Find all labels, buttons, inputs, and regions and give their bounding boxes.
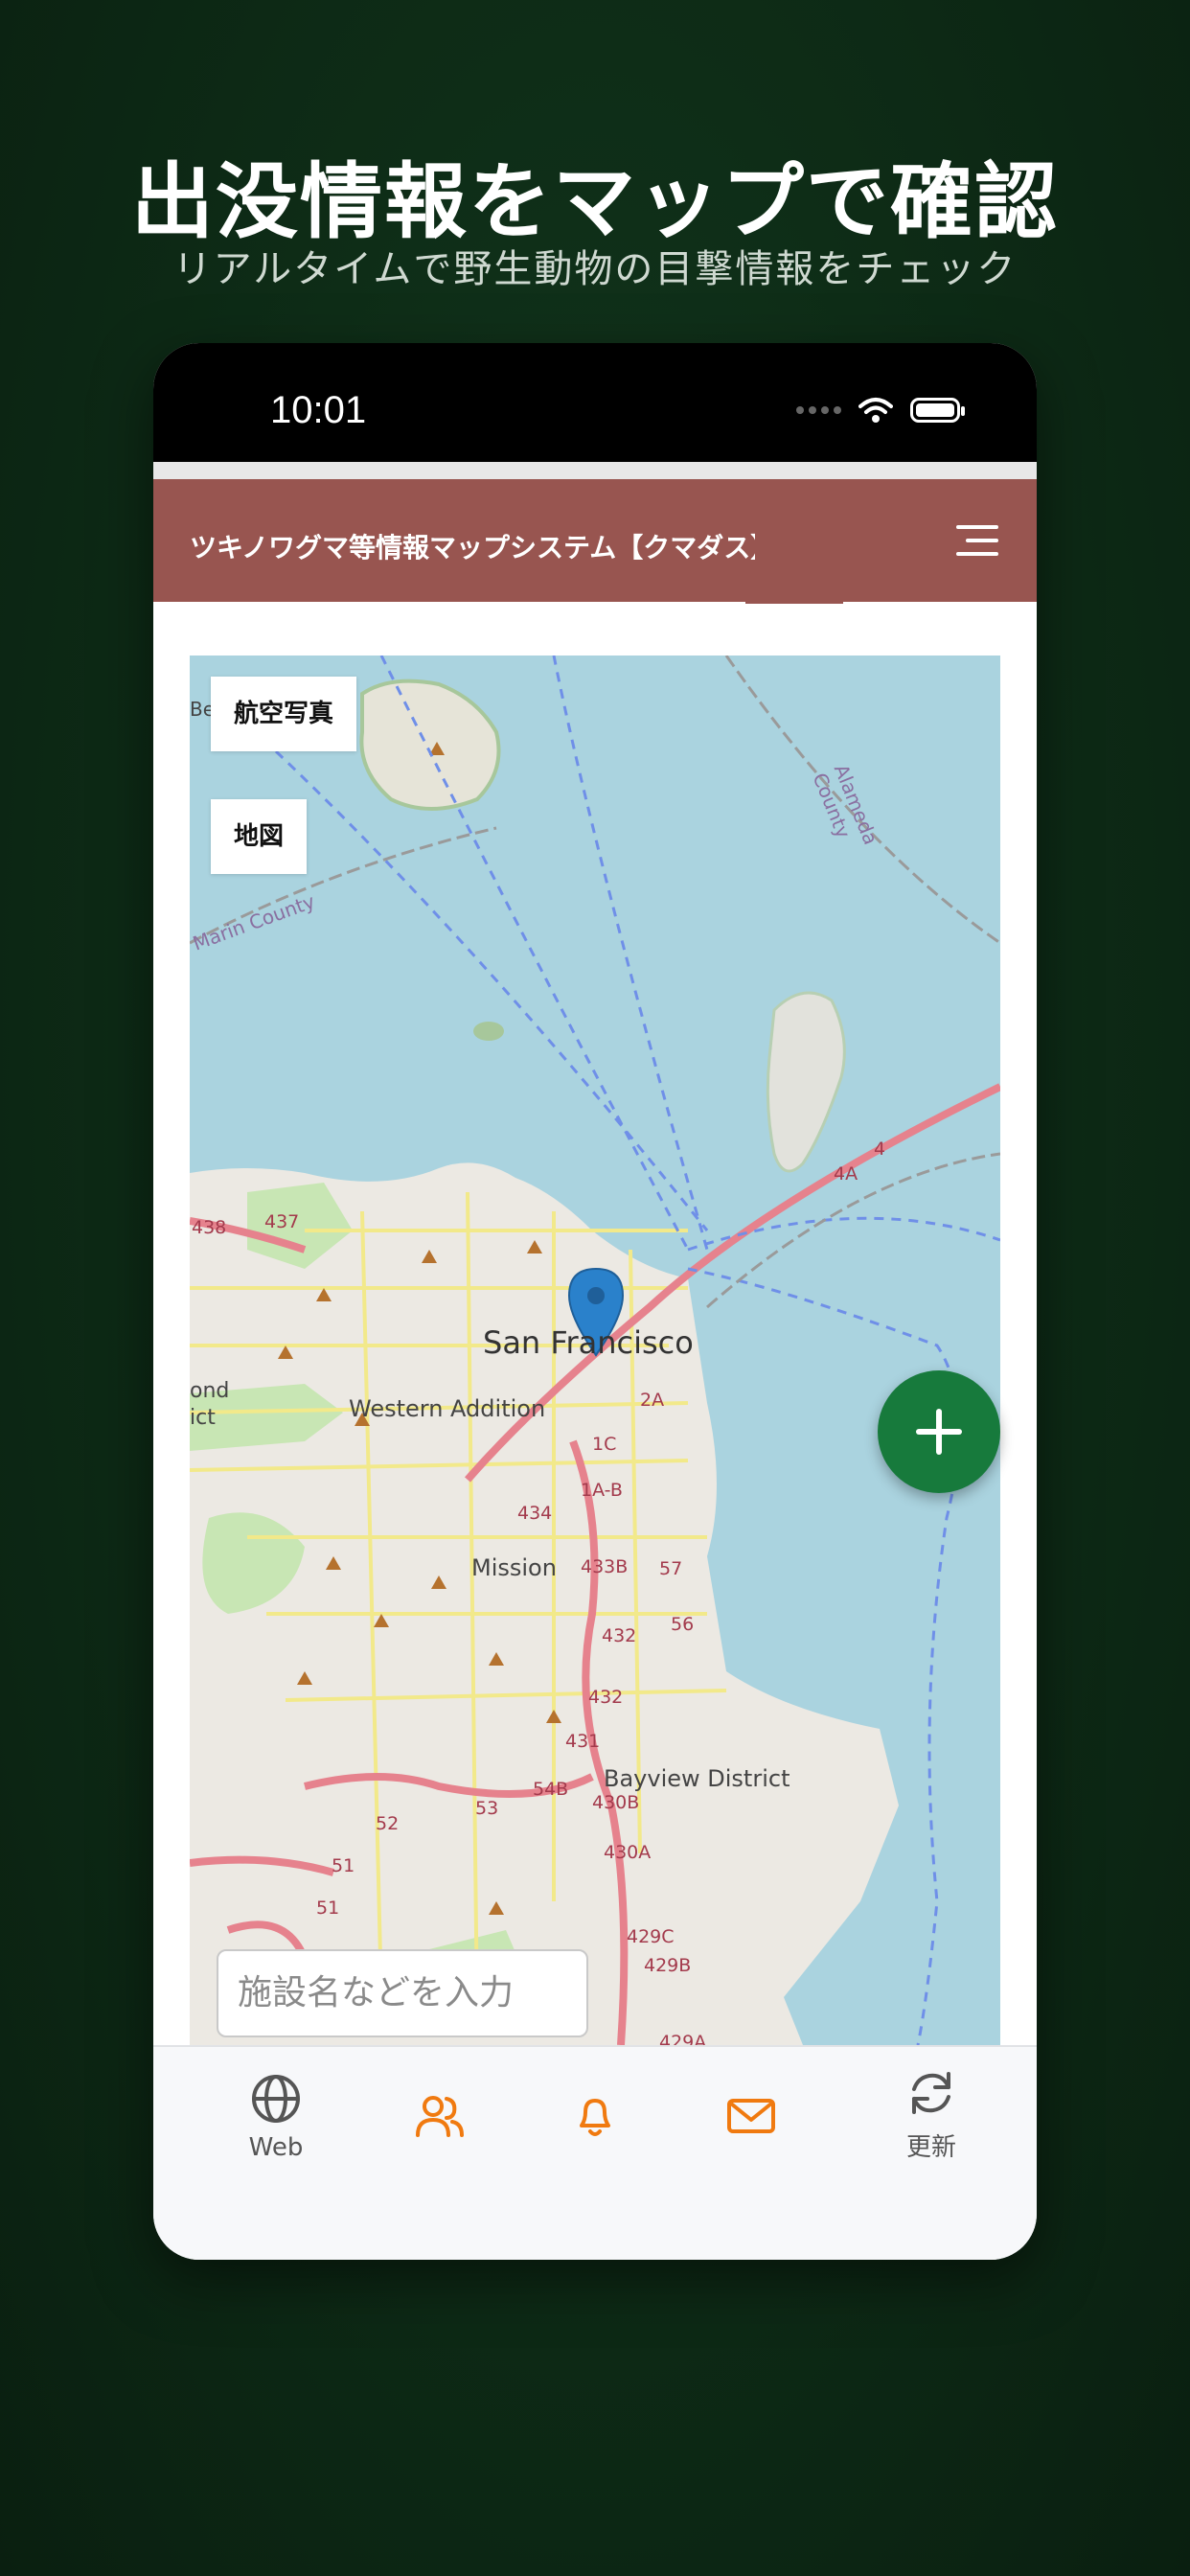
route-label: 1A-B [581,1480,623,1501]
mail-icon [727,2099,775,2133]
nav-item-refresh[interactable]: 更新 [864,2066,998,2163]
app-title: ツキノワグマ等情報マップシステム【クマダス】 [190,532,755,564]
route-label: 57 [659,1558,683,1579]
status-time: 10:01 [270,389,367,431]
map-view[interactable]: San Francisco Western Addition Mission B… [190,656,1000,2045]
cellular-signal-icon [796,406,841,414]
route-label: 429A [659,2032,707,2045]
nav-item-web[interactable]: Web [209,2072,343,2162]
alcatraz-island [473,1022,504,1041]
route-label: 432 [602,1625,637,1646]
aerial-photo-button[interactable]: 航空写真 [211,677,357,751]
route-label: 431 [565,1731,601,1752]
route-label: 434 [517,1503,553,1524]
route-label: 432 [588,1687,624,1708]
globe-icon [252,2075,300,2123]
nav-label-refresh: 更新 [905,2133,956,2162]
promo-subline: リアルタイムで野生動物の目撃情報をチェック [172,247,1018,291]
map-label-western-addition: Western Addition [349,1395,546,1422]
bottom-navigation: Web 更新 [153,2045,1037,2260]
nav-label-web: Web [248,2133,304,2162]
route-label: 4 [874,1138,886,1160]
nav-item-users[interactable] [372,2089,506,2143]
route-label: 54B [533,1779,569,1800]
map-label-sf: San Francisco [483,1324,694,1361]
users-icon [416,2096,464,2137]
route-label: 433B [581,1556,629,1577]
add-report-button[interactable] [878,1370,1000,1493]
route-label: 56 [671,1614,695,1635]
route-label: 51 [316,1898,340,1919]
map-label-bayview: Bayview District [604,1765,790,1792]
route-label: 4A [834,1163,858,1184]
route-label: 51 [332,1855,355,1876]
search-input[interactable]: 施設名などを入力 [217,1949,588,2037]
route-label: 437 [264,1211,300,1232]
hamburger-menu-icon[interactable] [956,521,998,560]
route-label: 53 [475,1798,499,1819]
route-label: 429C [627,1926,675,1947]
route-label: 1C [592,1434,617,1455]
map-label-district: ict [190,1406,216,1430]
wifi-icon [858,398,893,423]
status-bar: 10:01 [153,343,1037,462]
phone-frame: 10:01 ツキノワグマ等情報マップシステム【クマダス】 San Francis… [153,343,1037,2260]
refresh-icon [912,2072,950,2114]
route-label: 2A [640,1390,665,1411]
webview-top-strip [153,462,1037,479]
map-label-richmond: ond [190,1379,230,1403]
bell-icon [580,2099,610,2136]
promo-headline: 出没情報をマップで確認 [131,154,1059,250]
app-header: ツキノワグマ等情報マップシステム【クマダス】 [153,479,1037,602]
map-label-mission: Mission [471,1554,557,1581]
route-label: 52 [376,1813,400,1834]
route-label: 430A [604,1842,652,1863]
map-mode-button[interactable]: 地図 [211,799,308,874]
route-label: 438 [192,1217,227,1238]
battery-icon [910,398,965,423]
header-tab-indicator [745,600,843,604]
nav-item-mail[interactable] [684,2089,818,2143]
nav-item-notifications[interactable] [528,2089,662,2143]
route-label: 430B [592,1792,640,1813]
status-icons [796,397,965,424]
route-label: 429B [644,1955,692,1976]
